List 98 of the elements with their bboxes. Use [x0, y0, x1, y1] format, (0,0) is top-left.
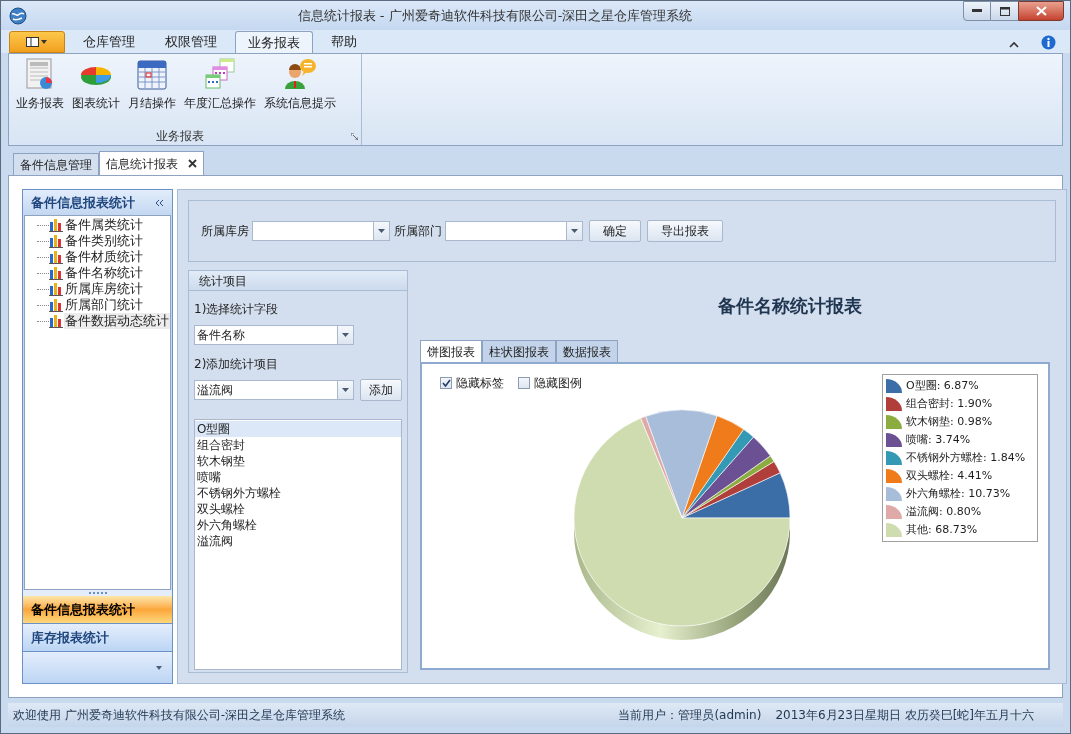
filter-label: 所属库房: [201, 223, 249, 240]
list-item[interactable]: 组合密封: [195, 437, 401, 453]
legend-label: 溢流阀: 0.80%: [906, 503, 982, 520]
list-item[interactable]: 溢流阀: [195, 533, 401, 549]
report-title: 备件名称统计报表: [718, 293, 862, 318]
list-item[interactable]: 喷嘴: [195, 469, 401, 485]
dropdown-button[interactable]: [566, 222, 582, 240]
ribbon-tab[interactable]: 权限管理: [153, 31, 229, 53]
dropdown-field[interactable]: [445, 221, 583, 241]
document-tab[interactable]: 备件信息管理: [13, 153, 99, 175]
legend-label: 外六角螺栓: 10.73%: [906, 485, 1011, 502]
check-icon: [441, 379, 451, 387]
bar-chart-icon: [49, 234, 63, 248]
user-message-icon: [283, 58, 317, 90]
panel-title: 备件信息报表统计: [31, 193, 135, 212]
ribbon-button[interactable]: 月结操作: [125, 58, 179, 112]
close-button[interactable]: [1018, 1, 1064, 21]
tree-item[interactable]: 所属部门统计: [64, 297, 144, 313]
legend-label: 组合密封: 1.90%: [906, 395, 993, 412]
list-item[interactable]: 不锈钢外方螺栓: [195, 485, 401, 501]
caret-icon: [571, 229, 578, 233]
caret-icon: [342, 388, 349, 392]
status-text: 当前用户：管理员(admin): [618, 707, 762, 724]
bar-chart-icon: [49, 282, 63, 296]
caret-icon[interactable]: [156, 665, 162, 670]
tree-item[interactable]: 所属库房统计: [64, 281, 144, 297]
tree-item[interactable]: 备件类别统计: [64, 233, 144, 249]
checkbox-label: 隐藏标签: [456, 375, 504, 392]
ribbon-button[interactable]: 系统信息提示: [261, 58, 339, 112]
list-item[interactable]: 软木钢垫: [195, 453, 401, 469]
dropdown-button[interactable]: [337, 381, 353, 399]
ribbon-tab[interactable]: 帮助: [319, 31, 369, 53]
dropdown-field[interactable]: 备件名称: [194, 325, 354, 345]
maximize-button[interactable]: [991, 1, 1018, 21]
ribbon-button[interactable]: 年度汇总操作: [181, 58, 259, 112]
dropdown-field[interactable]: [252, 221, 390, 241]
bar-chart-icon: [49, 314, 63, 328]
maximize-icon: [999, 6, 1010, 16]
add-button[interactable]: 添加: [360, 379, 402, 401]
collapse-ribbon-icon: [1009, 41, 1019, 48]
navigation-button[interactable]: 备件信息报表统计: [23, 596, 172, 624]
legend-label: 不锈钢外方螺栓: 1.84%: [906, 449, 1026, 466]
close-icon: [1035, 6, 1047, 16]
action-button[interactable]: 导出报表: [647, 220, 723, 242]
bar-chart-icon: [49, 266, 63, 280]
checkbox[interactable]: [440, 377, 452, 389]
minimize-icon: [972, 9, 982, 13]
document-tab[interactable]: 信息统计报表: [99, 151, 204, 175]
window-title: 信息统计报表 - 广州爱奇迪软件科技有限公司-深田之星仓库管理系统: [296, 6, 694, 25]
list-item[interactable]: 外六角螺栓: [195, 517, 401, 533]
legend-label: 喷嘴: 3.74%: [906, 431, 971, 448]
navigation-button[interactable]: 库存报表统计: [23, 624, 172, 652]
app-globe-icon: [9, 6, 27, 25]
dropdown-button[interactable]: [337, 326, 353, 344]
chart-tab[interactable]: 数据报表: [556, 340, 618, 362]
splitter-handle[interactable]: [23, 590, 172, 596]
chart-tab[interactable]: 柱状图报表: [482, 340, 556, 362]
caret-icon: [342, 333, 349, 337]
collapse-icon[interactable]: [155, 198, 164, 207]
legend-label: 双头螺栓: 4.41%: [906, 467, 993, 484]
tree-item[interactable]: 备件属类统计: [64, 217, 144, 233]
dropdown-field[interactable]: 溢流阀: [194, 380, 354, 400]
close-tab-icon[interactable]: [188, 159, 197, 168]
ribbon-group-label: 业务报表: [155, 128, 205, 145]
info-icon: [1041, 35, 1056, 50]
list-item[interactable]: 双头螺栓: [195, 501, 401, 517]
calendars-icon: [204, 58, 236, 90]
tree-item[interactable]: 备件材质统计: [64, 249, 144, 265]
chart-tab[interactable]: 饼图报表: [420, 340, 482, 362]
application-menu-button[interactable]: [9, 31, 65, 53]
status-text: 欢迎使用 广州爱奇迪软件科技有限公司-深田之星仓库管理系统: [13, 707, 346, 724]
ribbon-tab[interactable]: 仓库管理: [71, 31, 147, 53]
ribbon-button[interactable]: 业务报表: [13, 58, 67, 112]
panel-title: 统计项目: [199, 272, 247, 290]
tree-item[interactable]: 备件名称统计: [64, 265, 144, 281]
list-item[interactable]: O型圈: [195, 421, 401, 437]
tree-item[interactable]: 备件数据动态统计: [64, 313, 170, 329]
legend-label: 软木钢垫: 0.98%: [906, 413, 993, 430]
filter-label: 所属部门: [394, 223, 442, 240]
menu-icon: [26, 37, 48, 47]
ribbon-tab[interactable]: 业务报表: [235, 31, 313, 53]
calendar-icon: [137, 58, 167, 90]
checkbox-label: 隐藏图例: [534, 375, 582, 392]
dropdown-button[interactable]: [373, 222, 389, 240]
bar-chart-icon: [49, 218, 63, 232]
legend-label: 其他: 68.73%: [906, 521, 978, 538]
action-button[interactable]: 确定: [589, 220, 641, 242]
step-label: 2)添加统计项目: [194, 356, 280, 373]
checkbox[interactable]: [518, 377, 530, 389]
ribbon-button[interactable]: 图表统计: [69, 58, 123, 112]
minimize-button[interactable]: [963, 1, 991, 21]
step-label: 1)选择统计字段: [194, 301, 280, 318]
bar-chart-icon: [49, 298, 63, 312]
caret-icon: [378, 229, 385, 233]
legend-label: O型圈: 6.87%: [906, 377, 979, 394]
status-text: 2013年6月23日星期日 农历癸巳[蛇]年五月十六: [775, 707, 1034, 724]
dialog-launcher-icon[interactable]: [351, 132, 358, 140]
bar-chart-icon: [49, 250, 63, 264]
